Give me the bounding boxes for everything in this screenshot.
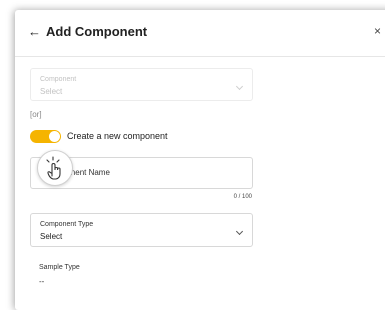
component-type-value: Select [40, 232, 63, 241]
character-counter: 0 / 100 [233, 194, 252, 200]
panel-header: ← Add Component × [15, 10, 385, 57]
chevron-down-icon [235, 82, 244, 91]
close-icon[interactable]: × [374, 24, 381, 38]
sample-type-value: -- [39, 277, 45, 286]
pointer-hand-cursor [37, 150, 73, 186]
component-type-select[interactable]: Component Type Select [30, 213, 253, 247]
sample-type-label: Sample Type [39, 264, 80, 271]
toggle-knob [49, 131, 60, 142]
component-select-label: Component [40, 76, 77, 83]
tap-hand-icon [46, 156, 61, 180]
back-arrow-icon[interactable]: ← [28, 24, 41, 39]
create-component-toggle[interactable] [30, 130, 61, 143]
create-component-label: Create a new component [67, 131, 168, 141]
chevron-down-icon [235, 227, 244, 236]
add-component-panel: ← Add Component × Component Select [or] … [15, 10, 385, 310]
component-select[interactable]: Component Select [30, 68, 253, 101]
component-type-label: Component Type [40, 221, 94, 228]
panel-title: Add Component [46, 24, 148, 39]
component-select-value: Select [40, 87, 63, 96]
or-separator: [or] [30, 110, 42, 119]
